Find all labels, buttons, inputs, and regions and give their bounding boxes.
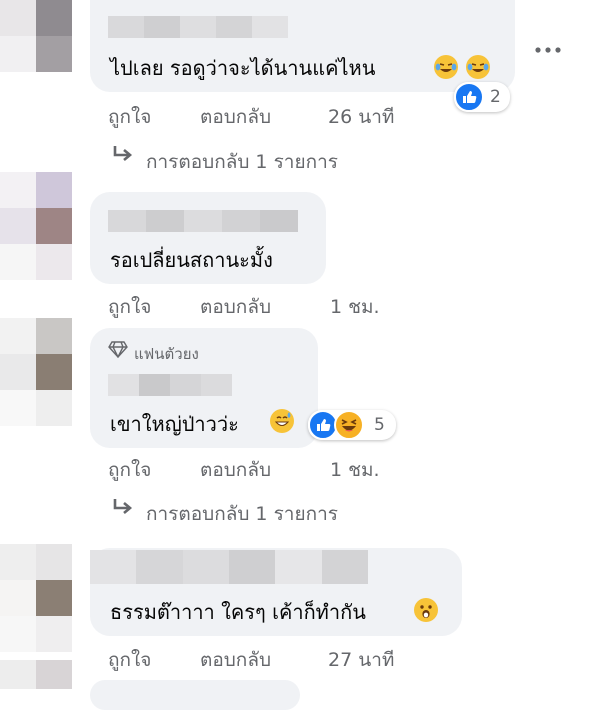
sweat-smile-emoji — [270, 409, 294, 433]
timestamp[interactable]: 1 ชม. — [330, 455, 380, 485]
timestamp[interactable]: 27 นาที — [328, 645, 394, 675]
commenter-name[interactable] — [108, 374, 232, 396]
reply-arrow-icon — [112, 498, 134, 524]
avatar[interactable] — [0, 172, 72, 244]
comment-actions: ถูกใจ ตอบกลับ 1 ชม. — [108, 455, 428, 481]
commenter-name[interactable] — [90, 550, 368, 584]
next-comment-bubble — [90, 680, 300, 710]
reply-link[interactable]: ตอบกลับ — [200, 292, 271, 322]
avatar[interactable] — [0, 0, 72, 72]
like-link[interactable]: ถูกใจ — [108, 455, 151, 485]
like-link[interactable]: ถูกใจ — [108, 102, 151, 132]
astonished-emoji — [414, 598, 438, 622]
reaction-count: 5 — [374, 415, 385, 435]
view-replies-link[interactable]: การตอบกลับ 1 รายการ — [146, 499, 338, 529]
like-reaction-icon — [454, 82, 484, 112]
reply-arrow-icon — [112, 145, 134, 171]
reply-link[interactable]: ตอบกลับ — [200, 102, 271, 132]
comment-actions: ถูกใจ ตอบกลับ 27 นาที — [108, 645, 428, 671]
comment-text: ธรรมต๊าาาา ใครๆ เค้าก็ทำกัน — [110, 600, 366, 624]
commenter-name[interactable] — [108, 210, 298, 232]
comment-text: ไปเลย รอดูว่าจะได้นานแค่ไหน — [110, 56, 376, 80]
view-replies-link[interactable]: การตอบกลับ 1 รายการ — [146, 147, 338, 177]
reaction-count: 2 — [490, 87, 501, 107]
comment-text: รอเปลี่ยนสถานะมั้ง — [110, 248, 273, 272]
timestamp[interactable]: 1 ชม. — [330, 292, 380, 322]
reply-link[interactable]: ตอบกลับ — [200, 455, 271, 485]
reaction-summary[interactable]: 5 — [308, 410, 396, 440]
tears-of-joy-emoji — [466, 55, 490, 79]
top-fan-badge: แฟนตัวยง — [134, 345, 199, 363]
avatar[interactable] — [0, 544, 72, 616]
reaction-summary[interactable]: 2 — [454, 82, 510, 112]
comment-text: เขาใหญ่ป่าวว่ะ — [110, 412, 239, 436]
tears-of-joy-emoji — [434, 55, 458, 79]
laugh-reaction-icon — [334, 410, 364, 440]
diamond-icon — [108, 340, 128, 362]
more-horizontal-icon[interactable] — [534, 32, 562, 62]
comment-actions: ถูกใจ ตอบกลับ 26 นาที — [108, 102, 428, 128]
like-link[interactable]: ถูกใจ — [108, 292, 151, 322]
like-link[interactable]: ถูกใจ — [108, 645, 151, 675]
timestamp[interactable]: 26 นาที — [328, 102, 394, 132]
reply-link[interactable]: ตอบกลับ — [200, 645, 271, 675]
avatar[interactable] — [0, 318, 72, 390]
commenter-name[interactable] — [108, 16, 288, 38]
comment-actions: ถูกใจ ตอบกลับ 1 ชม. — [108, 292, 428, 318]
